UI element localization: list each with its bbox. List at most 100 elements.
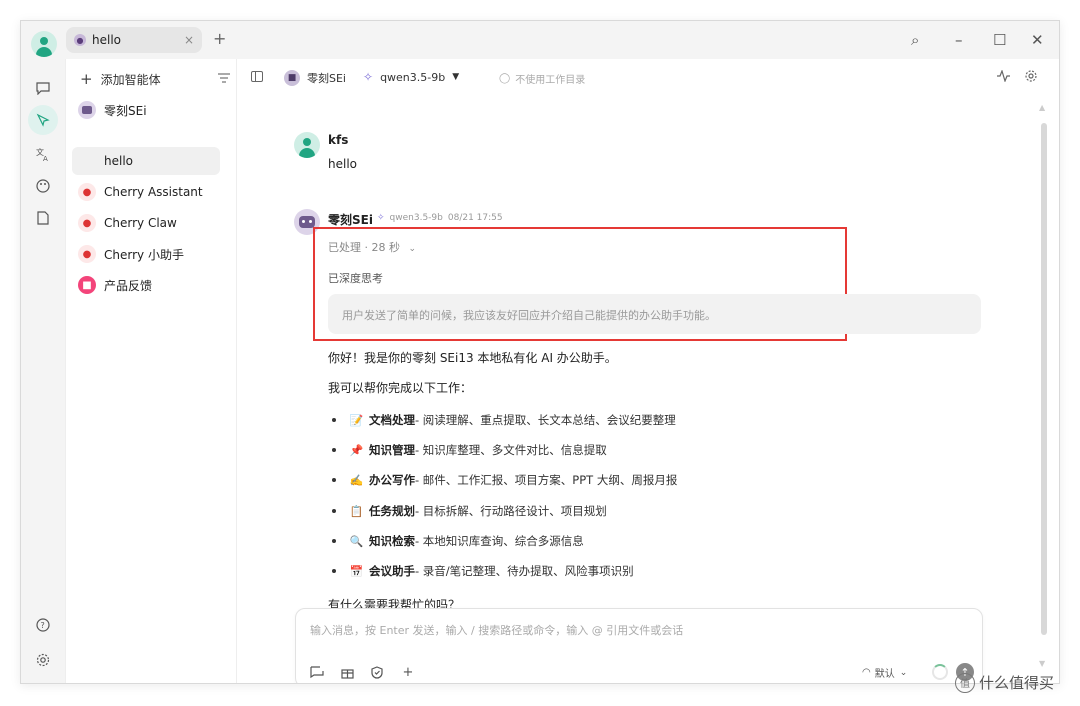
model-icon: ✧ <box>377 213 385 223</box>
watermark-logo-icon: 值 <box>955 672 975 693</box>
user-message: hello <box>328 157 357 171</box>
sidebar-item-cherry-claw[interactable]: ● Cherry Claw <box>72 209 220 237</box>
chat-icon[interactable] <box>32 77 54 99</box>
user-avatar <box>294 132 320 158</box>
processed-label: 已处理 · 28 秒 <box>328 241 400 254</box>
gift-icon[interactable] <box>338 663 356 681</box>
settings-icon[interactable] <box>1025 70 1037 86</box>
loading-icon <box>932 664 948 680</box>
chevron-down-icon: ⌄ <box>899 667 908 678</box>
sidebar-item-label: 零刻SEi <box>104 103 147 118</box>
watermark: 值 什么值得买 <box>955 672 1054 693</box>
list-item: ✍️ 办公写作 - 邮件、工作汇报、项目方案、PPT 大纲、周报月报 <box>332 471 677 489</box>
writing-hand-icon: ✍️ <box>349 473 364 487</box>
palette-icon[interactable] <box>32 175 54 197</box>
message-input[interactable]: 输入消息，按 Enter 发送，输入 / 搜索路径或命令，输入 @ 引用文件或会… <box>310 622 683 638</box>
reply-intro: 你好！我是你的零刻 SEi13 本地私有化 AI 办公助手。 <box>328 351 617 365</box>
clipboard-icon: 📋 <box>349 504 364 518</box>
check-circle-icon: ◯ <box>499 73 511 84</box>
activity-icon[interactable] <box>997 69 1010 86</box>
message-model: qwen3.5-9b <box>389 213 443 223</box>
mode-label: 默认 <box>874 669 895 680</box>
workdir-toggle[interactable]: ◯ 不使用工作目录 <box>499 71 585 86</box>
calendar-icon: 📅 <box>349 564 364 578</box>
bot-icon: ● <box>74 34 86 46</box>
cherry-icon: ● <box>78 183 96 201</box>
list-item: 🔍 知识检索 - 本地知识库查询、综合多源信息 <box>332 532 584 550</box>
add-agent-button[interactable]: + 添加智能体 <box>80 69 230 89</box>
mode-selector[interactable]: ◠ 默认 ⌄ <box>862 665 907 680</box>
gauge-icon: ◠ <box>862 667 871 678</box>
help-icon[interactable]: ? <box>32 614 54 636</box>
model-icon: ✧ <box>363 70 374 84</box>
workdir-label: 不使用工作目录 <box>515 75 586 86</box>
sidebar-item-label: Cherry Claw <box>104 216 177 230</box>
plus-icon: + <box>80 70 93 88</box>
magnifier-icon: 🔍 <box>349 534 364 548</box>
sidebar-item-cherry-helper[interactable]: ● Cherry 小助手 <box>72 240 220 268</box>
bot-icon <box>78 101 96 119</box>
sidebar-item-label: Cherry 小助手 <box>104 247 184 262</box>
memo-icon: 📝 <box>349 413 364 427</box>
add-agent-label: 添加智能体 <box>100 72 161 87</box>
minimize-button[interactable]: – <box>955 31 963 49</box>
chat-toolbar: ■ 零刻SEi ✧ qwen3.5-9b ▼ ◯ 不使用工作目录 <box>237 59 1059 97</box>
settings-icon[interactable] <box>32 649 54 671</box>
thought-content: 用户发送了简单的问候，我应该友好回应并介绍自己能提供的办公助手功能。 <box>328 294 981 334</box>
user-avatar[interactable] <box>31 31 57 57</box>
sidebar-item-hello[interactable]: hello <box>72 147 220 175</box>
svg-text:?: ? <box>41 621 45 630</box>
list-item: 📌 知识管理 - 知识库整理、多文件对比、信息提取 <box>332 441 607 459</box>
bot-name: 零刻SEi <box>328 213 373 227</box>
model-name: qwen3.5-9b <box>380 70 446 84</box>
deep-thought-label: 已深度思考 <box>328 272 383 285</box>
app-window: ● hello × + ⌕ – ☐ ✕ 文A ? + 添加智能体 零刻SEi h… <box>20 20 1060 684</box>
search-icon[interactable]: ⌕ <box>911 31 919 49</box>
scroll-down-icon[interactable]: ▼ <box>1039 659 1045 668</box>
close-tab-icon[interactable]: × <box>184 33 194 47</box>
user-name: kfs <box>328 133 349 147</box>
sidebar-item-label: hello <box>104 154 133 168</box>
message-time: 08/21 17:55 <box>447 213 503 223</box>
scroll-up-icon[interactable]: ▲ <box>1039 103 1045 112</box>
watermark-text: 什么值得买 <box>979 674 1055 692</box>
filter-icon[interactable] <box>218 72 230 86</box>
agent-name: 零刻SEi <box>307 72 346 85</box>
bot-icon: ■ <box>284 70 300 86</box>
model-selector[interactable]: ✧ qwen3.5-9b ▼ <box>363 70 459 84</box>
chevron-down-icon: ▼ <box>452 72 460 82</box>
sidebar-item-feedback[interactable]: ■ 产品反馈 <box>72 271 220 299</box>
list-item: 📅 会议助手 - 录音/笔记整理、待办提取、风险事项识别 <box>332 562 634 580</box>
new-tab-button[interactable]: + <box>213 29 226 48</box>
tab-label: hello <box>92 33 121 47</box>
sidebar-item-sei[interactable]: 零刻SEi <box>72 96 220 124</box>
cherry-icon: ● <box>78 245 96 263</box>
topic-icon[interactable] <box>308 663 326 681</box>
agent-sidebar: + 添加智能体 零刻SEi hello ● Cherry Assistant ●… <box>65 59 237 683</box>
tab-hello[interactable]: ● hello × <box>66 27 202 53</box>
sidebar-item-label: 产品反馈 <box>104 278 153 293</box>
translate-icon[interactable]: 文A <box>32 143 54 165</box>
list-item: 📝 文档处理 - 阅读理解、重点提取、长文本总结、会议纪要整理 <box>332 411 676 429</box>
svg-text:A: A <box>43 155 48 161</box>
message-meta: ✧ qwen3.5-9b 08/21 17:55 <box>377 213 503 223</box>
list-item: 📋 任务规划 - 目标拆解、行动路径设计、项目规划 <box>332 502 607 520</box>
agent-selector[interactable]: ■ 零刻SEi <box>284 70 346 86</box>
files-icon[interactable] <box>32 207 54 229</box>
thinking-toggle[interactable]: 已处理 · 28 秒 ⌄ <box>328 239 416 255</box>
chat-main: ■ 零刻SEi ✧ qwen3.5-9b ▼ ◯ 不使用工作目录 kfs hel… <box>237 59 1059 683</box>
sidebar-item-label: Cherry Assistant <box>104 185 203 199</box>
left-rail: 文A ? <box>21 59 65 683</box>
briefcase-icon: ■ <box>78 276 96 294</box>
agent-icon[interactable] <box>28 105 58 135</box>
scrollbar[interactable] <box>1041 123 1047 635</box>
maximize-button[interactable]: ☐ <box>993 31 1006 49</box>
message-input-box[interactable]: 输入消息，按 Enter 发送，输入 / 搜索路径或命令，输入 @ 引用文件或会… <box>295 608 983 683</box>
plus-icon[interactable]: + <box>399 663 417 681</box>
toggle-sidebar-icon[interactable] <box>251 71 263 82</box>
shield-icon[interactable] <box>368 663 386 681</box>
sidebar-item-cherry-assistant[interactable]: ● Cherry Assistant <box>72 178 220 206</box>
pin-icon: 📌 <box>349 443 364 457</box>
reply-can-help: 我可以帮你完成以下工作： <box>328 381 473 395</box>
close-button[interactable]: ✕ <box>1031 31 1044 49</box>
